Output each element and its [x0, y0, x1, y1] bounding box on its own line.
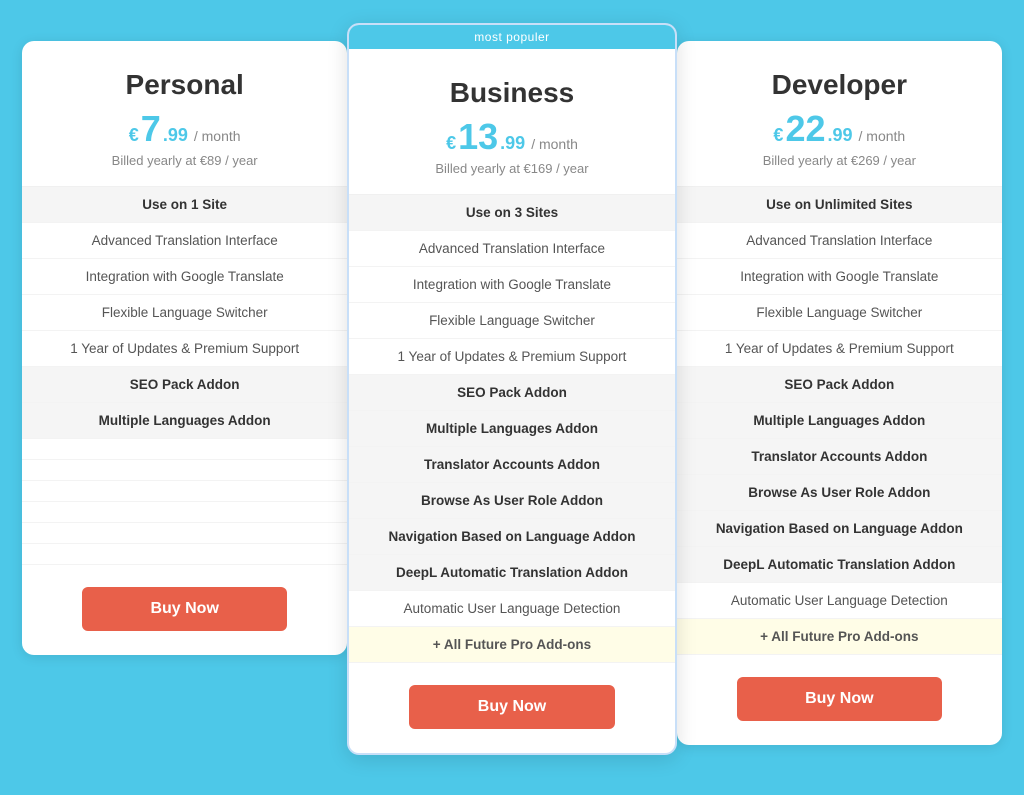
feature-item: Integration with Google Translate [22, 259, 347, 295]
price-decimal-developer: .99 [827, 125, 852, 146]
pricing-container: Personal € 7 .99 / month Billed yearly a… [22, 41, 1002, 755]
feature-item: Flexible Language Switcher [22, 295, 347, 331]
feature-item: Navigation Based on Language Addon [677, 511, 1002, 547]
feature-item: Flexible Language Switcher [349, 303, 674, 339]
card-header-developer: Developer € 22 .99 / month Billed yearly… [677, 41, 1002, 187]
feature-item: Flexible Language Switcher [677, 295, 1002, 331]
feature-item: Advanced Translation Interface [349, 231, 674, 267]
price-decimal-personal: .99 [163, 125, 188, 146]
price-row-personal: € 7 .99 / month [42, 111, 327, 147]
card-footer-business: Buy Now [349, 663, 674, 753]
feature-item: Automatic User Language Detection [349, 591, 674, 627]
features-list-business: Use on 3 SitesAdvanced Translation Inter… [349, 195, 674, 663]
feature-item: Use on Unlimited Sites [677, 187, 1002, 223]
plan-name-developer: Developer [697, 69, 982, 101]
billed-yearly-developer: Billed yearly at €269 / year [697, 153, 982, 168]
plan-name-personal: Personal [42, 69, 327, 101]
feature-item: Navigation Based on Language Addon [349, 519, 674, 555]
feature-item: Multiple Languages Addon [349, 411, 674, 447]
spacer-row [22, 439, 347, 460]
currency-personal: € [129, 125, 139, 146]
feature-item: Automatic User Language Detection [677, 583, 1002, 619]
feature-item: Browse As User Role Addon [677, 475, 1002, 511]
plan-name-business: Business [369, 77, 654, 109]
feature-item: Translator Accounts Addon [349, 447, 674, 483]
price-main-developer: 22 [785, 111, 825, 147]
feature-item: + All Future Pro Add-ons [677, 619, 1002, 655]
feature-item: SEO Pack Addon [677, 367, 1002, 403]
feature-item: SEO Pack Addon [22, 367, 347, 403]
price-period-personal: / month [194, 128, 241, 144]
buy-button-personal[interactable]: Buy Now [82, 587, 287, 631]
price-period-developer: / month [859, 128, 906, 144]
pricing-card-business: most populer Business € 13 .99 / month B… [347, 23, 676, 755]
card-header-personal: Personal € 7 .99 / month Billed yearly a… [22, 41, 347, 187]
feature-item: Use on 1 Site [22, 187, 347, 223]
feature-item: Multiple Languages Addon [677, 403, 1002, 439]
price-row-business: € 13 .99 / month [369, 119, 654, 155]
feature-item: SEO Pack Addon [349, 375, 674, 411]
feature-item: 1 Year of Updates & Premium Support [22, 331, 347, 367]
features-list-personal: Use on 1 SiteAdvanced Translation Interf… [22, 187, 347, 565]
features-list-developer: Use on Unlimited SitesAdvanced Translati… [677, 187, 1002, 655]
currency-developer: € [773, 125, 783, 146]
price-main-business: 13 [458, 119, 498, 155]
price-row-developer: € 22 .99 / month [697, 111, 982, 147]
feature-item: Multiple Languages Addon [22, 403, 347, 439]
feature-item: Translator Accounts Addon [677, 439, 1002, 475]
buy-button-developer[interactable]: Buy Now [737, 677, 942, 721]
most-popular-badge: most populer [349, 25, 674, 49]
feature-item: Advanced Translation Interface [22, 223, 347, 259]
feature-item: DeepL Automatic Translation Addon [349, 555, 674, 591]
billed-yearly-business: Billed yearly at €169 / year [369, 161, 654, 176]
feature-item: + All Future Pro Add-ons [349, 627, 674, 663]
feature-item: Advanced Translation Interface [677, 223, 1002, 259]
feature-item: Integration with Google Translate [349, 267, 674, 303]
price-period-business: / month [531, 136, 578, 152]
card-footer-developer: Buy Now [677, 655, 1002, 745]
feature-item: 1 Year of Updates & Premium Support [349, 339, 674, 375]
feature-item: DeepL Automatic Translation Addon [677, 547, 1002, 583]
billed-yearly-personal: Billed yearly at €89 / year [42, 153, 327, 168]
feature-item: Integration with Google Translate [677, 259, 1002, 295]
pricing-card-personal: Personal € 7 .99 / month Billed yearly a… [22, 41, 347, 655]
price-main-personal: 7 [141, 111, 161, 147]
feature-item: Browse As User Role Addon [349, 483, 674, 519]
buy-button-business[interactable]: Buy Now [409, 685, 614, 729]
feature-item: 1 Year of Updates & Premium Support [677, 331, 1002, 367]
card-footer-personal: Buy Now [22, 565, 347, 655]
pricing-card-developer: Developer € 22 .99 / month Billed yearly… [677, 41, 1002, 745]
currency-business: € [446, 133, 456, 154]
card-header-business: Business € 13 .99 / month Billed yearly … [349, 49, 674, 195]
feature-item: Use on 3 Sites [349, 195, 674, 231]
price-decimal-business: .99 [500, 133, 525, 154]
